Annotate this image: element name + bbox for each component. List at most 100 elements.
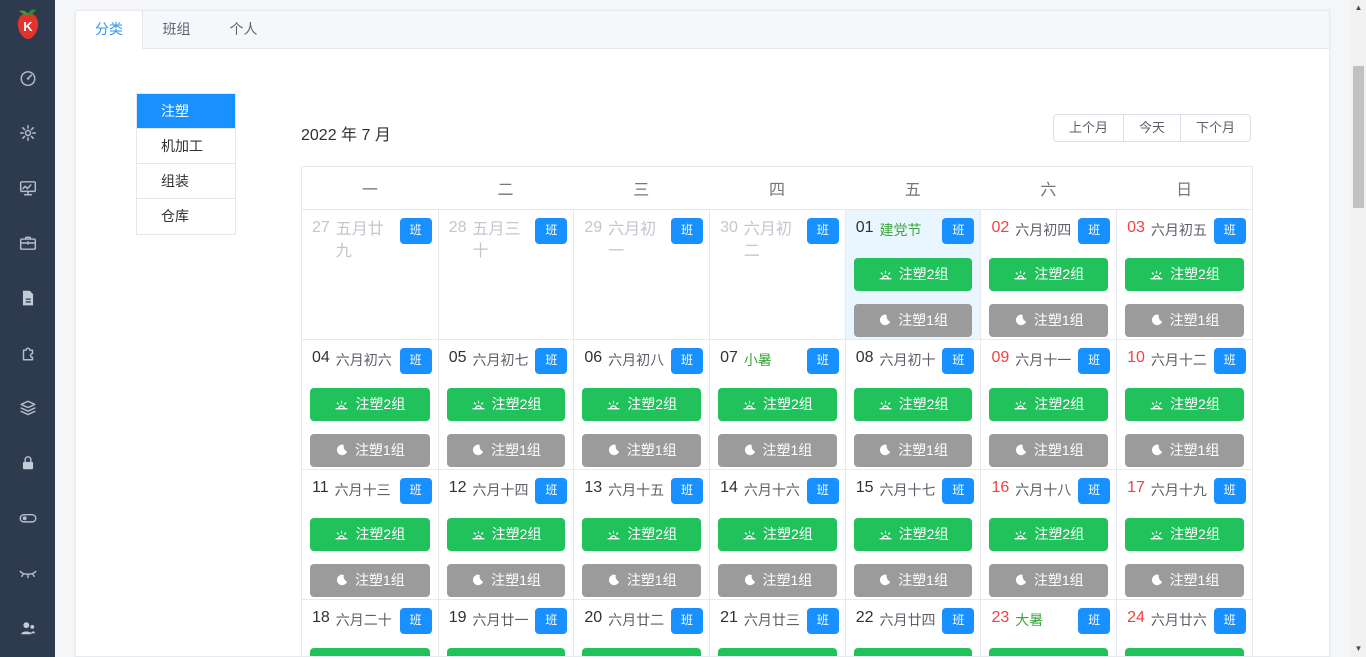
sidebar-item-monitor-chart[interactable]: [0, 160, 55, 215]
calendar-cell[interactable]: 28 五月三十班: [437, 209, 574, 339]
category-item[interactable]: 组装: [137, 164, 235, 199]
day-shift-button[interactable]: 注塑2组: [718, 387, 837, 421]
calendar-cell[interactable]: 02 六月初四班注塑2组 注塑1组: [980, 209, 1117, 339]
day-shift-button[interactable]: 注塑2组: [853, 257, 973, 291]
night-shift-button[interactable]: 注塑1组: [446, 563, 566, 597]
sidebar-item-lock[interactable]: [0, 435, 55, 490]
sidebar-item-dashboard[interactable]: [0, 50, 55, 105]
prev-month-button[interactable]: 上个月: [1052, 114, 1124, 142]
day-shift-button[interactable]: 注塑2组: [853, 387, 973, 421]
sidebar-item-puzzle[interactable]: [0, 325, 55, 380]
calendar-cell[interactable]: 17 六月十九班注塑2组 注塑1组: [1116, 469, 1252, 599]
tab-team[interactable]: 班组: [143, 11, 210, 49]
day-shift-button[interactable]: 注塑2组: [310, 647, 430, 656]
day-shift-button[interactable]: 注塑2组: [853, 517, 973, 551]
day-shift-button[interactable]: 注塑2组: [582, 517, 702, 551]
day-shift-button[interactable]: 注塑2组: [989, 517, 1109, 551]
tab-personal[interactable]: 个人: [210, 11, 277, 49]
sidebar-item-users[interactable]: [0, 600, 55, 655]
calendar-cell[interactable]: 30 六月初二班: [709, 209, 845, 339]
calendar-cell[interactable]: 20六月廿二班注塑2组注塑1组: [573, 599, 710, 656]
night-shift-button[interactable]: 注塑1组: [1125, 433, 1244, 467]
night-shift-button[interactable]: 注塑1组: [446, 433, 566, 467]
calendar-cell[interactable]: 23大暑班注塑2组注塑1组: [980, 599, 1117, 656]
calendar-cell[interactable]: 29 六月初一班: [573, 209, 710, 339]
sidebar-item-toggle[interactable]: [0, 490, 55, 545]
day-shift-button[interactable]: 注塑2组: [989, 647, 1109, 656]
calendar-cell[interactable]: 12 六月十四班注塑2组 注塑1组: [437, 469, 574, 599]
cell-header: 29 六月初一班: [580, 218, 704, 262]
sidebar-item-document[interactable]: [0, 270, 55, 325]
calendar-cell[interactable]: 19六月廿一班注塑2组注塑1组: [437, 599, 574, 656]
day-shift-button[interactable]: 注塑2组: [446, 387, 566, 421]
scroll-up-arrow[interactable]: ▲: [1351, 0, 1366, 16]
night-shift-button[interactable]: 注塑1组: [718, 433, 837, 467]
calendar-cell[interactable]: 11 六月十三班注塑2组 注塑1组: [302, 469, 438, 599]
weekday-label: 四: [768, 182, 785, 199]
calendar-cell[interactable]: 03 六月初五班注塑2组 注塑1组: [1116, 209, 1252, 339]
calendar-cell[interactable]: 05 六月初七班注塑2组 注塑1组: [437, 339, 574, 469]
night-shift-button[interactable]: 注塑1组: [853, 563, 973, 597]
day-shift-button[interactable]: 注塑2组: [989, 257, 1109, 291]
night-shift-button[interactable]: 注塑1组: [718, 563, 837, 597]
night-shift-button[interactable]: 注塑1组: [853, 433, 973, 467]
night-shift-button[interactable]: 注塑1组: [989, 563, 1109, 597]
scrollbar-thumb[interactable]: [1353, 66, 1364, 208]
calendar-cell[interactable]: 24六月廿六班注塑2组注塑1组: [1116, 599, 1252, 656]
lunar-label: 六月二十: [335, 612, 392, 628]
night-shift-button[interactable]: 注塑1组: [989, 433, 1109, 467]
today-button[interactable]: 今天: [1122, 114, 1181, 142]
sidebar-item-eye-closed[interactable]: [0, 545, 55, 600]
day-shift-button[interactable]: 注塑2组: [1125, 647, 1244, 656]
calendar-cell[interactable]: 27 五月廿九班: [302, 209, 438, 339]
calendar-cell[interactable]: 18六月二十班注塑2组注塑1组: [302, 599, 438, 656]
night-shift-button[interactable]: 注塑1组: [582, 563, 702, 597]
calendar-cell[interactable]: 21六月廿三班注塑2组注塑1组: [709, 599, 845, 656]
calendar-cell[interactable]: 16 六月十八班注塑2组 注塑1组: [980, 469, 1117, 599]
tab-category[interactable]: 分类: [76, 11, 143, 49]
night-shift-button[interactable]: 注塑1组: [310, 433, 430, 467]
day-shift-button[interactable]: 注塑2组: [853, 647, 973, 656]
calendar-cell[interactable]: 04 六月初六班注塑2组 注塑1组: [302, 339, 438, 469]
day-shift-button[interactable]: 注塑2组: [446, 647, 566, 656]
weekday-label: 日: [1176, 182, 1193, 199]
calendar-cell[interactable]: 06 六月初八班注塑2组 注塑1组: [573, 339, 710, 469]
night-shift-button[interactable]: 注塑1组: [853, 303, 973, 337]
scrollbar[interactable]: ▲ ▼: [1351, 0, 1366, 657]
day-shift-button[interactable]: 注塑2组: [718, 647, 837, 656]
day-shift-button[interactable]: 注塑2组: [1125, 517, 1244, 551]
next-month-button[interactable]: 下个月: [1179, 114, 1251, 142]
day-shift-button[interactable]: 注塑2组: [989, 387, 1109, 421]
shift-badge: 班: [1213, 608, 1246, 634]
calendar-cell[interactable]: 15 六月十七班注塑2组 注塑1组: [844, 469, 981, 599]
night-shift-button[interactable]: 注塑1组: [989, 303, 1109, 337]
sidebar-item-layers[interactable]: [0, 380, 55, 435]
night-shift-button[interactable]: 注塑1组: [310, 563, 430, 597]
scroll-down-arrow[interactable]: ▼: [1351, 641, 1366, 657]
category-item[interactable]: 机加工: [137, 129, 235, 164]
day-shift-button[interactable]: 注塑2组: [310, 517, 430, 551]
calendar-cell[interactable]: 13 六月十五班注塑2组 注塑1组: [573, 469, 710, 599]
calendar-cell[interactable]: 09 六月十一班注塑2组 注塑1组: [980, 339, 1117, 469]
night-shift-button[interactable]: 注塑1组: [1125, 563, 1244, 597]
night-shift-button[interactable]: 注塑1组: [582, 433, 702, 467]
day-shift-button[interactable]: 注塑2组: [1125, 257, 1244, 291]
calendar-cell[interactable]: 08 六月初十班注塑2组 注塑1组: [844, 339, 981, 469]
day-shift-button[interactable]: 注塑2组: [582, 387, 702, 421]
day-shift-button[interactable]: 注塑2组: [310, 387, 430, 421]
category-item[interactable]: 仓库: [137, 199, 235, 234]
calendar-cell[interactable]: 22六月廿四班注塑2组注塑1组: [844, 599, 981, 656]
app-logo[interactable]: K: [0, 0, 55, 50]
sidebar-item-settings[interactable]: [0, 105, 55, 160]
day-shift-button[interactable]: 注塑2组: [718, 517, 837, 551]
category-item[interactable]: 注塑: [137, 94, 235, 129]
night-shift-button[interactable]: 注塑1组: [1125, 303, 1244, 337]
day-shift-button[interactable]: 注塑2组: [1125, 387, 1244, 421]
sidebar-item-briefcase[interactable]: [0, 215, 55, 270]
calendar-cell[interactable]: 07 小暑 班注塑2组 注塑1组: [709, 339, 845, 469]
calendar-cell[interactable]: 10 六月十二班注塑2组 注塑1组: [1116, 339, 1252, 469]
calendar-cell[interactable]: 14 六月十六班注塑2组 注塑1组: [709, 469, 845, 599]
day-shift-button[interactable]: 注塑2组: [582, 647, 702, 656]
calendar-cell[interactable]: 01 建党节 班注塑2组 注塑1组: [844, 209, 981, 339]
day-shift-button[interactable]: 注塑2组: [446, 517, 566, 551]
